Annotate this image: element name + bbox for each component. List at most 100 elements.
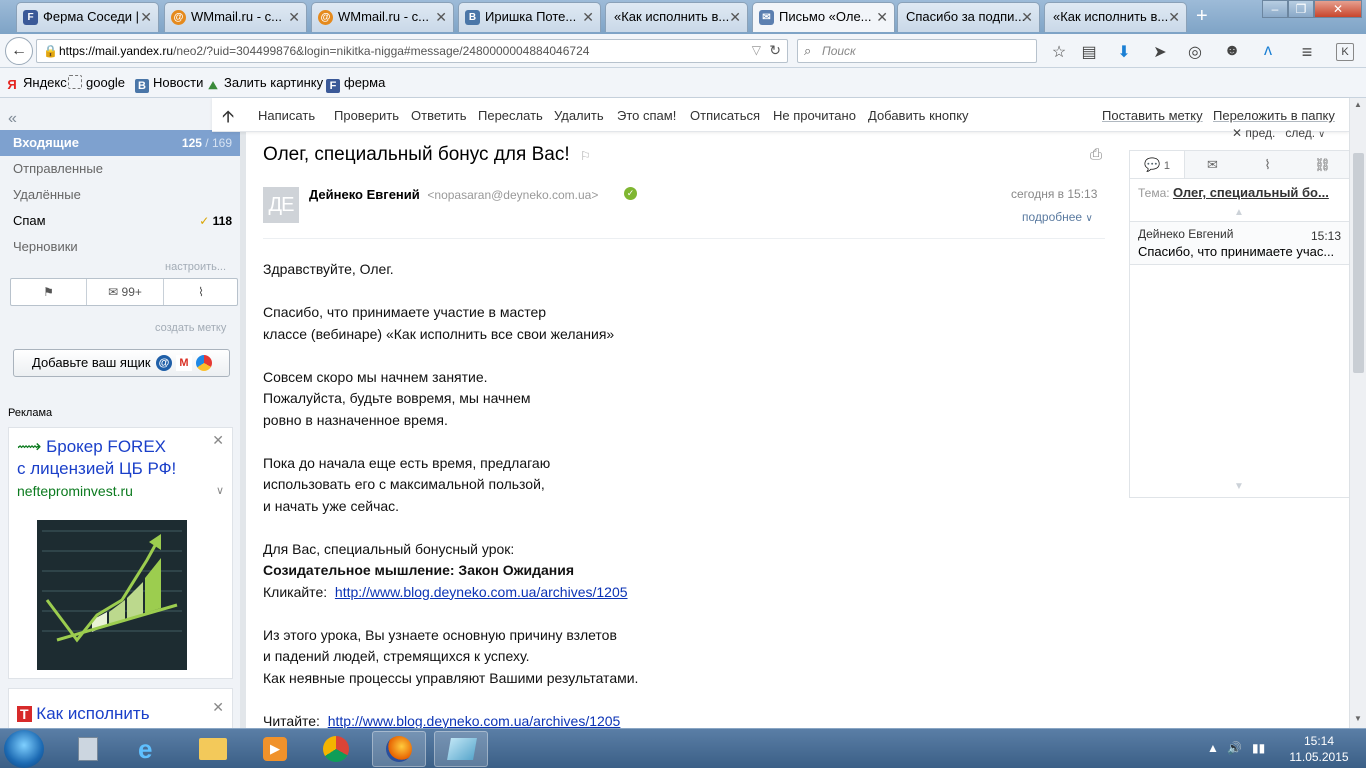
tab-attachments[interactable]: ⌇: [1240, 151, 1295, 178]
reload-icon[interactable]: ↻: [769, 42, 781, 59]
close-ad-icon[interactable]: ✕: [212, 432, 224, 449]
main-scrollbar[interactable]: ▲ ▼: [1349, 98, 1366, 728]
start-button[interactable]: [4, 730, 44, 768]
reading-list-icon[interactable]: ▤: [1079, 42, 1099, 62]
new-tab-button[interactable]: +: [1196, 4, 1208, 28]
reply-button[interactable]: Ответить: [411, 108, 467, 123]
ad-chart-image[interactable]: [37, 520, 187, 670]
volume-icon[interactable]: 🔊: [1227, 741, 1242, 755]
firefox-app[interactable]: [372, 731, 426, 767]
attachments-filter-button[interactable]: ⌇: [164, 279, 238, 305]
thread-message-item[interactable]: Дейнеко Евгений 15:13 Спасибо, что прини…: [1130, 221, 1349, 265]
sender-email[interactable]: <nopasaran@deyneko.com.ua>: [427, 188, 598, 202]
folder-deleted[interactable]: Удалённые: [0, 182, 240, 208]
compose-button[interactable]: Написать: [258, 108, 315, 123]
address-bar[interactable]: 🔒 https://mail.yandex.ru/neo2/?uid=30449…: [36, 39, 788, 63]
window-app[interactable]: [434, 731, 488, 767]
back-button[interactable]: ←: [5, 37, 33, 65]
download-icon[interactable]: ⬇: [1114, 42, 1134, 62]
unsubscribe-button[interactable]: Отписаться: [690, 108, 760, 123]
chrome-app[interactable]: [310, 731, 364, 767]
close-icon[interactable]: ✕: [140, 3, 152, 31]
close-icon[interactable]: ✕: [729, 3, 741, 31]
calculator-app[interactable]: [62, 731, 116, 767]
close-icon[interactable]: ✕: [1168, 3, 1180, 31]
network-icon[interactable]: ▮▮: [1252, 741, 1265, 755]
mark-unread-button[interactable]: Не прочитано: [773, 108, 856, 123]
sender-name[interactable]: Дейнеко Евгений: [309, 187, 420, 202]
scrollbar-thumb[interactable]: [1353, 153, 1364, 373]
close-icon[interactable]: ✕: [1021, 3, 1033, 31]
collapse-sidebar-icon[interactable]: «: [8, 110, 17, 128]
globe-icon[interactable]: ◎: [1185, 42, 1205, 62]
bookmark-yandex[interactable]: Я Яндекс: [5, 75, 66, 92]
bookmark-ferma[interactable]: Fферма: [326, 75, 385, 93]
set-label-button[interactable]: Поставить метку: [1102, 108, 1203, 123]
tab-webinar-1[interactable]: «Как исполнить в... ✕: [605, 2, 748, 32]
tab-messages[interactable]: ✉: [1185, 151, 1240, 178]
forward-button[interactable]: Переслать: [478, 108, 543, 123]
sidebar-scrollbar[interactable]: [240, 100, 246, 728]
tab-yandex-mail[interactable]: ✉ Письмо «Оле... ✕: [752, 2, 895, 32]
delete-button[interactable]: Удалить: [554, 108, 604, 123]
folder-sent[interactable]: Отправленные: [0, 156, 240, 182]
print-icon[interactable]: ⎙: [1090, 146, 1102, 163]
lesson-link[interactable]: http://www.blog.deyneko.com.ua/archives/…: [335, 584, 628, 600]
create-label-link[interactable]: создать метку: [155, 322, 226, 334]
tab-wmmail-2[interactable]: @ WMmail.ru - с... ✕: [311, 2, 454, 32]
minimize-button[interactable]: –: [1262, 0, 1288, 18]
close-ad-icon[interactable]: ✕: [212, 699, 224, 716]
folder-spam[interactable]: Спам ✓ 118: [0, 208, 240, 234]
tab-links[interactable]: ⛓: [1295, 151, 1350, 178]
scroll-down-icon[interactable]: ▼: [1354, 714, 1362, 723]
arrow-up-icon[interactable]: 🡩: [222, 104, 234, 133]
scroll-down-icon[interactable]: ▼: [1234, 481, 1244, 492]
extension-k-icon[interactable]: K: [1336, 43, 1354, 61]
bookmark-upload-image[interactable]: ⛰ Залить картинку: [206, 75, 323, 93]
send-icon[interactable]: ➤: [1150, 42, 1170, 62]
flagged-filter-button[interactable]: ⚑: [11, 279, 86, 305]
close-icon[interactable]: ✕: [582, 3, 594, 31]
tab-thanks[interactable]: Спасибо за подпи... ✕: [897, 2, 1040, 32]
tab-conversation[interactable]: 💬 1: [1130, 151, 1185, 178]
search-box[interactable]: ⌕ Поиск: [797, 39, 1037, 63]
scroll-up-icon[interactable]: ▲: [1234, 207, 1244, 218]
bookmark-star-icon[interactable]: ☆: [1049, 42, 1069, 62]
details-link[interactable]: подробнее ∨: [1022, 210, 1093, 224]
tray-expand-icon[interactable]: ▲: [1207, 741, 1219, 755]
add-button-button[interactable]: Добавить кнопку: [868, 108, 969, 123]
dropdown-triangle-icon[interactable]: ▽: [752, 43, 761, 57]
scroll-up-icon[interactable]: ▲: [1354, 100, 1362, 109]
tab-ferma[interactable]: F Ферма Соседи | ✕: [16, 2, 159, 32]
move-to-folder-button[interactable]: Переложить в папку: [1213, 108, 1335, 123]
bookmark-news[interactable]: B Новости: [135, 75, 203, 93]
chevron-down-icon[interactable]: ∨: [216, 484, 224, 497]
ad-webinar[interactable]: T Как исполнить ✕: [8, 688, 233, 728]
close-window-button[interactable]: ✕: [1314, 0, 1362, 18]
close-icon[interactable]: ✕: [288, 3, 300, 31]
check-button[interactable]: Проверить: [334, 108, 399, 123]
explorer-app[interactable]: [186, 731, 240, 767]
folder-drafts[interactable]: Черновики: [0, 234, 240, 260]
media-app[interactable]: ▶: [248, 731, 302, 767]
maximize-button[interactable]: ❐: [1288, 0, 1314, 18]
translate-icon[interactable]: ʌ: [1258, 42, 1278, 60]
read-link[interactable]: http://www.blog.deyneko.com.ua/archives/…: [328, 713, 621, 729]
tab-vk[interactable]: B Иришка Поте... ✕: [458, 2, 601, 32]
close-icon[interactable]: ✕: [876, 3, 888, 31]
taskbar-clock[interactable]: 15:14 11.05.2015: [1282, 733, 1356, 765]
tab-wmmail-1[interactable]: @ WMmail.ru - с... ✕: [164, 2, 307, 32]
spam-button[interactable]: Это спам!: [617, 108, 676, 123]
folder-inbox[interactable]: Входящие 125 / 169: [0, 130, 240, 156]
ie-app[interactable]: e: [124, 731, 178, 767]
tab-webinar-2[interactable]: «Как исполнить в... ✕: [1044, 2, 1187, 32]
chat-icon[interactable]: ☻: [1222, 42, 1242, 60]
next-message-link[interactable]: след.: [1285, 126, 1315, 140]
bookmark-google[interactable]: google: [68, 75, 125, 90]
prev-message-link[interactable]: ✕ пред.: [1232, 126, 1275, 140]
unread-filter-button[interactable]: ✉ 99+: [87, 279, 163, 305]
settings-link[interactable]: настроить...: [165, 261, 226, 273]
flag-icon[interactable]: ⚐: [580, 149, 591, 163]
close-icon[interactable]: ✕: [435, 3, 447, 31]
menu-icon[interactable]: ≡: [1297, 42, 1317, 63]
